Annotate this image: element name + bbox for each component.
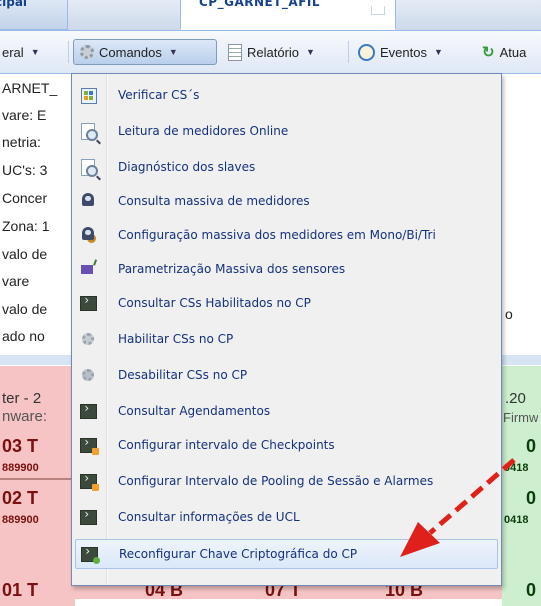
bg-label: UC's: 3 [2, 162, 48, 178]
menu-item-verificar-cs[interactable]: Verificar CS´s [75, 80, 498, 110]
comandos-dropdown-menu: Verificar CS´s Leitura de medidores Onli… [71, 73, 502, 586]
bg-label: Zona: 1 [2, 218, 50, 234]
bg-label: valo de [2, 301, 48, 317]
grid-check-icon [78, 85, 98, 105]
menu-item-desabilitar-cs[interactable]: Desabilitar CSs no CP [75, 360, 498, 390]
menu-item-intervalo-pooling[interactable]: Configurar Intervalo de Pooling de Sessã… [75, 466, 498, 496]
refresh-icon: ↻ [482, 44, 495, 61]
bg-label: ado no [2, 328, 45, 344]
terminal-config-icon [78, 471, 99, 491]
gear-icon [78, 365, 98, 385]
menu-item-intervalo-checkpoints[interactable]: Configurar intervalo de Checkpoints [75, 430, 498, 460]
menu-item-label: Parametrização Massiva dos sensores [118, 262, 346, 276]
menu-item-label: Configurar Intervalo de Pooling de Sessã… [118, 474, 434, 488]
atualizar-label: Atua [499, 44, 527, 60]
terminal-icon [78, 401, 98, 421]
menu-item-label: Configurar intervalo de Checkpoints [118, 438, 335, 452]
cell-text: ter - 2 [2, 390, 42, 407]
toolbar: eral ▼ Comandos ▼ Relatório ▼ Eventos ▼ … [0, 31, 541, 74]
menu-item-parametrizacao-sensores[interactable]: Parametrização Massiva dos sensores [75, 254, 498, 284]
menu-item-label: Desabilitar CSs no CP [118, 368, 248, 382]
menu-item-reconfigurar-chave[interactable]: Reconfigurar Chave Criptográfica do CP [75, 539, 498, 569]
menu-item-label: Consultar Agendamentos [118, 404, 271, 418]
eventos-label: Eventos [380, 44, 427, 60]
menu-item-label: Reconfigurar Chave Criptográfica do CP [119, 547, 358, 561]
terminal-ok-icon [79, 544, 100, 564]
cell-text: 0 [526, 436, 537, 456]
cell-text: .20 [505, 390, 526, 407]
bottom-row [0, 586, 502, 599]
relatorio-menu-button[interactable]: Relatório ▼ [222, 39, 321, 65]
menu-item-label: Diagnóstico dos slaves [118, 160, 256, 174]
menu-item-consultar-agendamentos[interactable]: Consultar Agendamentos [75, 396, 498, 426]
chevron-down-icon: ▼ [168, 47, 178, 57]
tab-close-icon[interactable] [371, 6, 385, 15]
comandos-menu-button[interactable]: Comandos ▼ [73, 39, 217, 65]
cell-text: 889900 [2, 514, 39, 526]
bg-label: vare: E [2, 107, 47, 123]
toolbar-separator [68, 41, 69, 63]
meter-config-icon [78, 225, 98, 245]
tab-strip: cipal CP_GARNET_AFIL [0, 0, 541, 31]
terminal-icon [78, 507, 98, 527]
tab-principal[interactable]: cipal [0, 0, 68, 30]
bg-label: valo de [2, 246, 48, 262]
menu-item-label: Habilitar CSs no CP [118, 332, 234, 346]
menu-item-consultar-ucl[interactable]: Consultar informações de UCL [75, 502, 498, 532]
cell-text: 889900 [2, 462, 39, 474]
relatorio-label: Relatório [247, 44, 300, 60]
menu-item-label: Consultar informações de UCL [118, 510, 300, 524]
document-magnifier-icon [78, 157, 98, 177]
bg-label: ARNET_ [2, 80, 58, 96]
cell-text: nware: [2, 408, 48, 425]
sensor-param-icon [78, 259, 98, 279]
bg-label: netria: [2, 134, 41, 150]
menu-item-leitura-medidores[interactable]: Leitura de medidores Online [75, 116, 498, 146]
document-magnifier-icon [78, 121, 98, 141]
cell-text: Firmw [503, 410, 539, 425]
cell-text: 0418 [504, 462, 529, 474]
cell-text: 03 T [2, 436, 39, 456]
menu-item-label: Consulta massiva de medidores [118, 194, 310, 208]
cell-text: 02 T [2, 488, 39, 508]
menu-item-habilitar-cs[interactable]: Habilitar CSs no CP [75, 324, 498, 354]
geral-menu-button[interactable]: eral ▼ [0, 39, 46, 65]
comandos-label: Comandos [99, 44, 162, 60]
menu-item-configuracao-massiva[interactable]: Configuração massiva dos medidores em Mo… [75, 220, 498, 250]
chevron-down-icon: ▼ [306, 47, 315, 57]
terminal-icon [78, 293, 98, 313]
menu-item-label: Configuração massiva dos medidores em Mo… [118, 228, 436, 242]
bg-label: Concer [2, 190, 48, 206]
menu-item-consultar-cs-habilitados[interactable]: Consultar CSs Habilitados no CP [75, 288, 498, 318]
cell-text: 0 [526, 580, 537, 600]
menu-item-label: Leitura de medidores Online [118, 124, 289, 138]
gear-icon [80, 45, 94, 59]
gear-icon [78, 329, 98, 349]
chevron-down-icon: ▼ [433, 47, 443, 57]
chevron-down-icon: ▼ [30, 47, 40, 57]
cell-text: 0418 [504, 514, 529, 526]
report-icon [228, 43, 242, 61]
menu-item-diagnostico-slaves[interactable]: Diagnóstico dos slaves [75, 152, 498, 182]
clock-icon [358, 43, 375, 61]
menu-item-label: Consultar CSs Habilitados no CP [118, 296, 311, 310]
geral-label: eral [2, 44, 24, 60]
cell-border [0, 478, 75, 480]
menu-item-consulta-massiva[interactable]: Consulta massiva de medidores [75, 186, 498, 216]
bg-label: vare [2, 273, 30, 289]
cell-text: 0 [526, 488, 537, 508]
menu-item-label: Verificar CS´s [118, 88, 200, 102]
cell-text: 01 T [2, 580, 39, 600]
atualizar-button[interactable]: ↻ Atua [476, 39, 532, 65]
toolbar-separator [348, 41, 349, 63]
terminal-config-icon [78, 435, 99, 455]
tab-cp-garnet-afil[interactable]: CP_GARNET_AFIL [180, 0, 396, 30]
bg-label: o [505, 306, 513, 322]
meter-icon [78, 191, 98, 211]
eventos-menu-button[interactable]: Eventos ▼ [352, 39, 449, 65]
